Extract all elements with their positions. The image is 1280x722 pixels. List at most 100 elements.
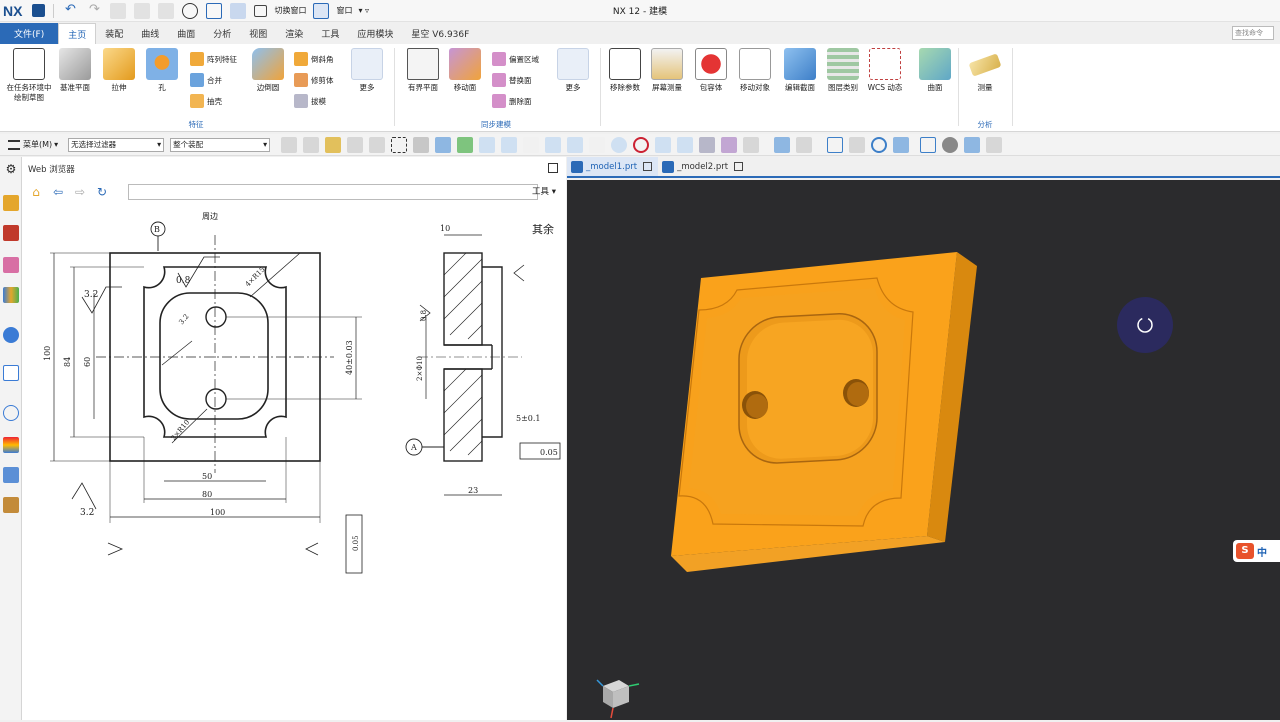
switch-window-icon[interactable] — [254, 4, 268, 17]
view-icon[interactable] — [774, 136, 791, 153]
select-icon[interactable] — [325, 136, 342, 153]
bounding-body-button[interactable]: 包容体 — [686, 48, 736, 93]
sync-more-button[interactable]: 更多 — [550, 48, 596, 93]
rotate-icon[interactable] — [871, 136, 888, 153]
select-icon[interactable] — [347, 136, 364, 153]
cube-icon[interactable] — [435, 136, 452, 153]
trim-body-button[interactable]: 修剪体 — [294, 71, 334, 89]
hole-button[interactable]: 孔 — [137, 48, 187, 93]
cube-icon[interactable] — [413, 136, 430, 153]
tab-home[interactable]: 主页 — [58, 23, 97, 44]
snap-line-icon[interactable] — [677, 136, 694, 153]
back-icon[interactable]: ⇦ — [50, 184, 66, 200]
palette-icon[interactable] — [3, 437, 19, 453]
constraint-navigator-icon[interactable] — [3, 225, 19, 241]
graphics-window[interactable]: S 中 — [567, 180, 1280, 720]
command-search-input[interactable]: 查找命令 — [1232, 26, 1274, 40]
url-input[interactable] — [128, 184, 538, 200]
tab-xingkong[interactable]: 星空 V6.936F — [402, 23, 478, 44]
rotate-icon[interactable] — [1117, 297, 1173, 353]
paste-icon[interactable] — [158, 2, 175, 19]
tab-tools[interactable]: 工具 — [312, 23, 348, 44]
tab-applications[interactable]: 应用模块 — [348, 23, 402, 44]
settings-icon[interactable]: ⚙ — [3, 161, 19, 177]
snap-spline-icon[interactable] — [567, 136, 584, 153]
screen-measure-button[interactable]: 屏幕测量 — [642, 48, 692, 93]
system-scene-icon[interactable] — [3, 497, 19, 513]
sketch-button[interactable]: 在任务环境中绘制草图 — [4, 48, 54, 103]
snap-endpoint-icon[interactable] — [457, 136, 474, 153]
snap-line-icon[interactable] — [501, 136, 518, 153]
fit-icon[interactable] — [827, 136, 844, 153]
window-menu-button[interactable]: 窗口 — [336, 5, 352, 16]
forward-icon[interactable]: ⇨ — [72, 184, 88, 200]
snap-circle-icon[interactable] — [633, 136, 650, 153]
history-icon[interactable] — [3, 405, 19, 421]
render-style-icon[interactable] — [942, 136, 959, 153]
external-window-icon[interactable] — [643, 162, 653, 171]
view-tab-model2[interactable]: _model2.prt — [658, 157, 749, 176]
hd3d-icon[interactable] — [3, 327, 19, 343]
delete-face-button[interactable]: 删除面 — [492, 92, 532, 110]
offset-region-button[interactable]: 偏置区域 — [492, 50, 539, 68]
view-icon[interactable] — [743, 136, 760, 153]
snap-spline-icon[interactable] — [545, 136, 562, 153]
datum-plane-button[interactable]: 基准平面 — [50, 48, 100, 93]
snap-point-icon[interactable] — [655, 136, 672, 153]
unite-button[interactable]: 合并 — [190, 71, 222, 89]
rectangle-select-icon[interactable] — [391, 136, 408, 153]
select-icon[interactable] — [303, 136, 320, 153]
move-object-button[interactable]: 移动对象 — [730, 48, 780, 93]
feature-more-button[interactable]: 更多 — [344, 48, 390, 93]
role-icon[interactable] — [3, 467, 19, 483]
touch-mode-icon[interactable] — [182, 2, 199, 19]
tools-menu-button[interactable]: 工具 ▾ — [532, 185, 556, 197]
chamfer-button[interactable]: 倒斜角 — [294, 50, 334, 68]
external-window-icon[interactable] — [734, 162, 744, 171]
ime-indicator[interactable]: S 中 — [1233, 540, 1280, 562]
window-icon[interactable] — [206, 2, 223, 19]
view-icon[interactable] — [699, 136, 716, 153]
save-icon[interactable] — [32, 4, 46, 17]
tab-analysis[interactable]: 分析 — [204, 23, 240, 44]
snap-tangent-icon[interactable] — [589, 136, 606, 153]
view-tab-model1[interactable]: _model1.prt — [567, 157, 659, 176]
pattern-feature-button[interactable]: 阵列特征 — [190, 50, 237, 68]
pan-icon[interactable] — [893, 136, 910, 153]
replace-face-button[interactable]: 替换面 — [492, 71, 532, 89]
orient-view-icon[interactable] — [920, 136, 937, 153]
tab-view[interactable]: 视图 — [240, 23, 276, 44]
window-menu-icon[interactable] — [313, 2, 330, 19]
display-icon[interactable] — [986, 136, 1003, 153]
scope-select[interactable]: 整个装配 — [170, 137, 271, 152]
command-finder-icon[interactable] — [230, 2, 247, 19]
draft-button[interactable]: 拔模 — [294, 92, 326, 110]
chevron-down-icon[interactable]: ▾ ▿ — [358, 6, 369, 15]
cut-icon[interactable] — [110, 2, 127, 19]
snap-center-icon[interactable] — [611, 136, 628, 153]
reuse-library-icon[interactable] — [3, 287, 19, 303]
surface-button[interactable]: 曲面 — [910, 48, 960, 93]
wcs-dynamic-button[interactable]: WCS 动态 — [860, 48, 910, 93]
select-icon[interactable] — [281, 136, 298, 153]
select-icon[interactable] — [369, 136, 386, 153]
switch-window-button[interactable]: 切换窗口 — [274, 5, 306, 16]
menu-button[interactable]: 菜单(M) ▾ — [8, 139, 58, 150]
view-icon[interactable] — [721, 136, 738, 153]
tab-assembly[interactable]: 装配 — [96, 23, 132, 44]
tab-curve[interactable]: 曲线 — [132, 23, 168, 44]
snap-curve-icon[interactable] — [523, 136, 540, 153]
maximize-icon[interactable] — [548, 163, 558, 173]
snap-line-icon[interactable] — [479, 136, 496, 153]
web-browser-icon[interactable] — [3, 365, 19, 381]
measure-button[interactable]: 测量 — [960, 48, 1010, 93]
assembly-navigator-icon[interactable] — [3, 195, 19, 211]
move-face-button[interactable]: 移动面 — [440, 48, 490, 93]
undo-icon[interactable]: ↶ — [62, 2, 78, 19]
home-icon[interactable]: ⌂ — [28, 184, 44, 200]
type-filter-select[interactable]: 无选择过滤器 — [68, 137, 165, 152]
tab-surface[interactable]: 曲面 — [168, 23, 204, 44]
redo-icon[interactable]: ↷ — [86, 2, 102, 19]
zoom-icon[interactable] — [849, 136, 866, 153]
shaded-icon[interactable] — [964, 136, 981, 153]
